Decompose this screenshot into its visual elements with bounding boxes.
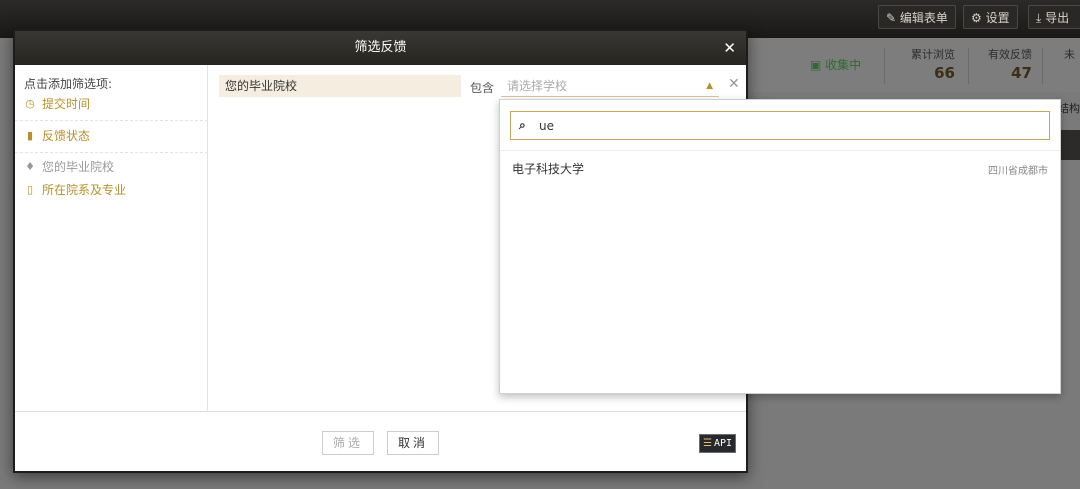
stat-total-views: 累计浏览 66	[911, 48, 955, 82]
search-icon: ⌕	[519, 118, 526, 132]
school-dropdown: ⌕ 电子科技大学 四川省成都市	[499, 99, 1061, 394]
filter-option-graduation-school: ♦ 您的毕业院校	[25, 160, 115, 174]
school-option-location: 四川省成都市	[988, 166, 1048, 177]
edit-form-button[interactable]: ✎ 编辑表单	[878, 5, 956, 29]
api-icon: ☰	[703, 438, 712, 449]
remove-condition-icon[interactable]: ✕	[728, 76, 740, 92]
cancel-button[interactable]: 取消	[387, 431, 439, 455]
school-select-placeholder: 请选择学校	[507, 79, 568, 93]
stat-divider	[968, 48, 969, 84]
chevron-up-icon: ▲	[706, 81, 713, 91]
school-option-name: 电子科技大学	[512, 162, 585, 176]
school-search-box[interactable]: ⌕	[510, 111, 1050, 140]
collecting-status: ▣ 收集中	[810, 58, 862, 72]
pencil-icon: ✎	[886, 11, 897, 25]
collect-icon: ▣	[810, 58, 822, 72]
filter-option-department-major[interactable]: ▯ 所在院系及专业	[24, 181, 126, 198]
condition-operator: 包含	[470, 81, 495, 95]
filter-button[interactable]: 筛选	[322, 431, 374, 455]
modal-title: 筛选反馈	[354, 40, 407, 55]
divider	[15, 152, 208, 153]
condition-field-label: 您的毕业院校	[219, 75, 461, 97]
gear-icon: ⚙	[971, 11, 982, 25]
clock-icon: ◷	[25, 97, 35, 110]
settings-button[interactable]: ⚙ 设置	[963, 5, 1018, 29]
divider	[500, 150, 1060, 151]
modal-footer: 筛选 取消 ☰ API	[15, 411, 746, 471]
stat-third: 未	[1064, 48, 1075, 61]
filter-option-feedback-status[interactable]: ▮ 反馈状态	[24, 127, 90, 144]
filter-option-submit-time[interactable]: ◷ 提交时间	[24, 95, 90, 112]
filter-options-pane: 点击添加筛选项: ◷ 提交时间 ▮ 反馈状态 ♦ 您的毕业院校 ▯ 所在院系及专…	[15, 65, 208, 411]
filter-options-title: 点击添加筛选项:	[24, 77, 113, 91]
close-icon[interactable]: ✕	[723, 31, 736, 65]
background-text-fragment: 结构	[1058, 102, 1080, 115]
bookmark-icon: ▮	[26, 129, 34, 142]
download-icon: ⤓	[1036, 11, 1042, 25]
stat-divider	[1042, 48, 1043, 84]
graduation-cap-icon: ♦	[25, 160, 35, 173]
modal-header: 筛选反馈 ✕	[15, 31, 746, 65]
stat-valid-feedback: 有效反馈 47	[988, 48, 1032, 82]
divider	[15, 120, 208, 121]
book-icon: ▯	[26, 183, 34, 196]
stat-divider	[884, 48, 885, 84]
school-option[interactable]: 电子科技大学 四川省成都市	[500, 156, 1060, 180]
export-button[interactable]: ⤓ 导出	[1028, 5, 1080, 29]
school-search-input[interactable]	[539, 116, 1039, 135]
api-button[interactable]: ☰ API	[699, 434, 737, 453]
school-select[interactable]: 请选择学校 ▲	[501, 75, 719, 97]
